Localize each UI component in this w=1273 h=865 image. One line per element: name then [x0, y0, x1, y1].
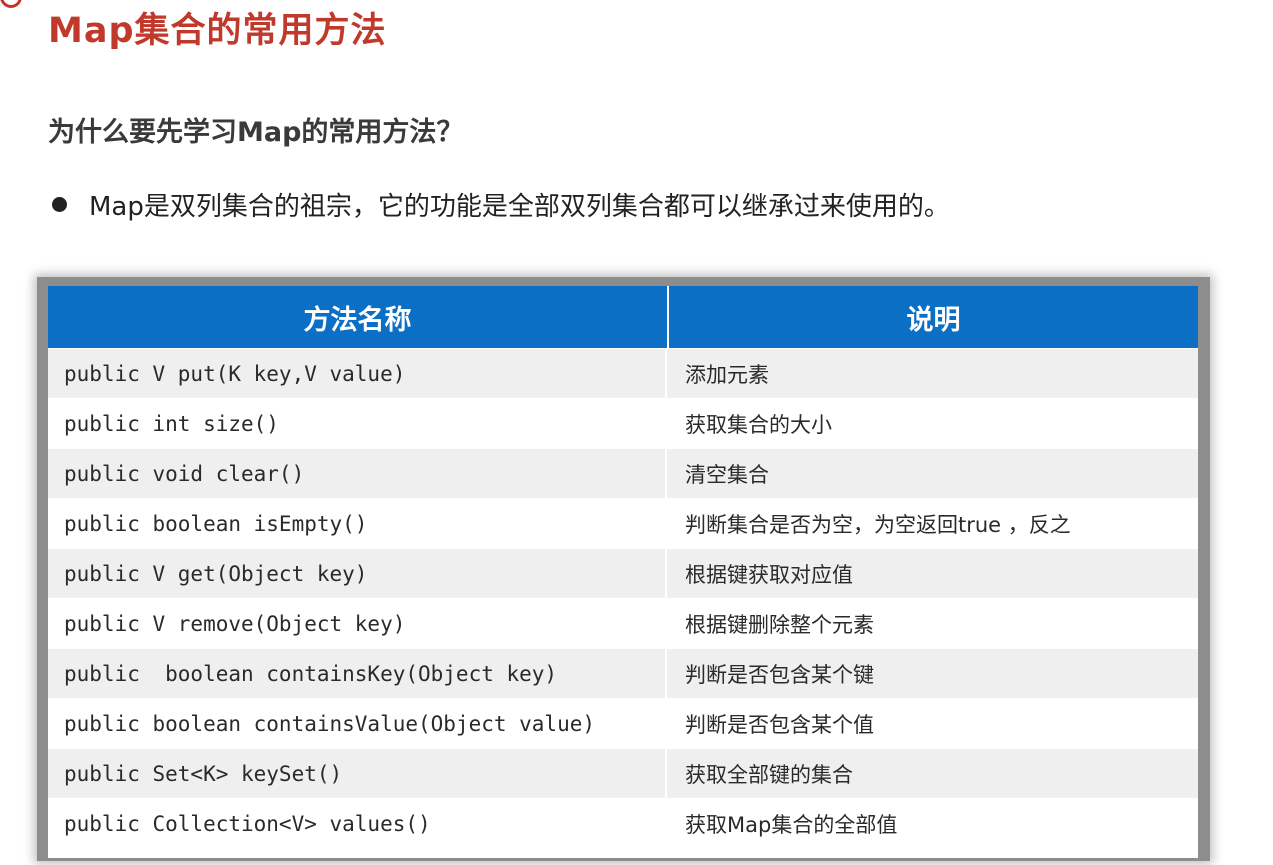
table-row: public boolean isEmpty() 判断集合是否为空，为空返回tru… — [48, 498, 1198, 548]
method-description: 获取Map集合的全部值 — [685, 812, 898, 837]
table-row: public Collection<V> values() 获取Map集合的全部值 — [48, 798, 1198, 848]
bullet-text: Map是双列集合的祖宗，它的功能是全部双列集合都可以继承过来使用的。 — [89, 192, 950, 222]
bullet-item: Map是双列集合的祖宗，它的功能是全部双列集合都可以继承过来使用的。 — [52, 186, 950, 223]
table-row: public boolean containsKey(Object key) 判断… — [48, 648, 1198, 698]
table-body: public V put(K key,V value) 添加元素 public in… — [48, 348, 1198, 848]
method-description: 判断是否包含某个键 — [685, 662, 874, 687]
page-title: Map集合的常用方法 — [48, 11, 387, 51]
table-row: public V get(Object key) 根据键获取对应值 — [48, 548, 1198, 598]
bullet-dot-icon — [52, 197, 67, 212]
method-description: 获取全部键的集合 — [685, 762, 853, 787]
method-signature: public void clear() — [48, 449, 667, 498]
table-row: public V put(K key,V value) 添加元素 — [48, 348, 1198, 398]
method-description: 添加元素 — [685, 362, 769, 387]
method-signature: public Collection<V> values() — [48, 799, 667, 848]
method-signature: public V remove(Object key) — [48, 599, 667, 648]
section-question: 为什么要先学习Map的常用方法？ — [48, 117, 464, 148]
method-signature: public int size() — [48, 399, 667, 448]
method-signature: public V get(Object key) — [48, 549, 667, 598]
method-description: 获取集合的大小 — [685, 412, 832, 437]
table-row: public V remove(Object key) 根据键删除整个元素 — [48, 598, 1198, 648]
header-method-name: 方法名称 — [48, 286, 669, 348]
table-row: public Set<K> keySet() 获取全部键的集合 — [48, 748, 1198, 798]
method-description: 判断是否包含某个值 — [685, 712, 874, 737]
method-description: 清空集合 — [685, 462, 769, 487]
table-row: public int size() 获取集合的大小 — [48, 398, 1198, 448]
header-description: 说明 — [906, 304, 961, 336]
method-signature: public boolean containsKey(Object key) — [48, 649, 667, 698]
table-header: 方法名称 说明 — [48, 286, 1198, 348]
method-description: 判断集合是否为空，为空返回true ，反之 — [685, 512, 1071, 537]
method-signature: public boolean containsValue(Object valu… — [48, 699, 667, 748]
method-description: 根据键获取对应值 — [685, 562, 853, 587]
method-signature: public Set<K> keySet() — [48, 749, 667, 798]
methods-table: 方法名称 说明 public V put(K key,V value) 添加元素 p… — [48, 286, 1198, 858]
table-row: public boolean containsValue(Object valu… — [48, 698, 1198, 748]
table-row: public void clear() 清空集合 — [48, 448, 1198, 498]
method-signature: public V put(K key,V value) — [48, 349, 667, 398]
corner-marker-icon — [0, 0, 22, 8]
method-description: 根据键删除整个元素 — [685, 612, 874, 637]
method-signature: public boolean isEmpty() — [48, 499, 667, 548]
